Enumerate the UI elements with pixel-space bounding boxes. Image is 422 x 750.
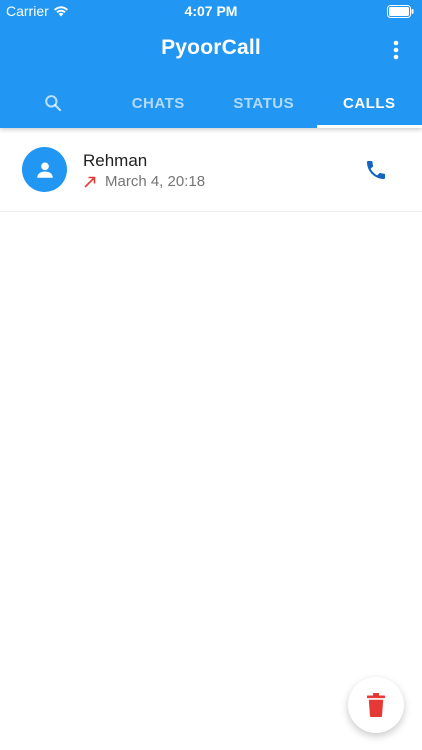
tab-search[interactable]	[0, 78, 106, 128]
call-log-item[interactable]: Rehman March 4, 20:18	[0, 128, 422, 212]
status-time: 4:07 PM	[184, 3, 238, 19]
trash-icon	[367, 693, 385, 717]
tab-calls[interactable]: CALLS	[316, 78, 422, 128]
avatar	[22, 147, 67, 192]
contact-name: Rehman	[83, 151, 148, 170]
status-bar: Carrier 4:07 PM	[0, 0, 422, 22]
app-header: Carrier 4:07 PM PyoorCall CHATS STATUS C…	[0, 0, 422, 128]
person-icon	[36, 161, 53, 178]
tab-chats[interactable]: CHATS	[106, 78, 212, 128]
tab-calls-label: CALLS	[343, 94, 396, 112]
more-options-button[interactable]	[384, 36, 408, 64]
tab-bar: CHATS STATUS CALLS	[0, 78, 422, 128]
phone-icon[interactable]	[364, 158, 388, 182]
battery-icon	[387, 5, 414, 18]
more-vert-icon	[393, 40, 399, 60]
app-bar: PyoorCall	[0, 22, 422, 78]
search-icon	[44, 95, 61, 112]
delete-fab-button[interactable]	[348, 677, 404, 733]
tab-status[interactable]: STATUS	[211, 78, 317, 128]
app-title: PyoorCall	[161, 36, 261, 59]
outgoing-call-arrow-icon	[84, 176, 96, 188]
call-details: March 4, 20:18	[83, 173, 205, 190]
call-time: March 4, 20:18	[105, 173, 206, 190]
